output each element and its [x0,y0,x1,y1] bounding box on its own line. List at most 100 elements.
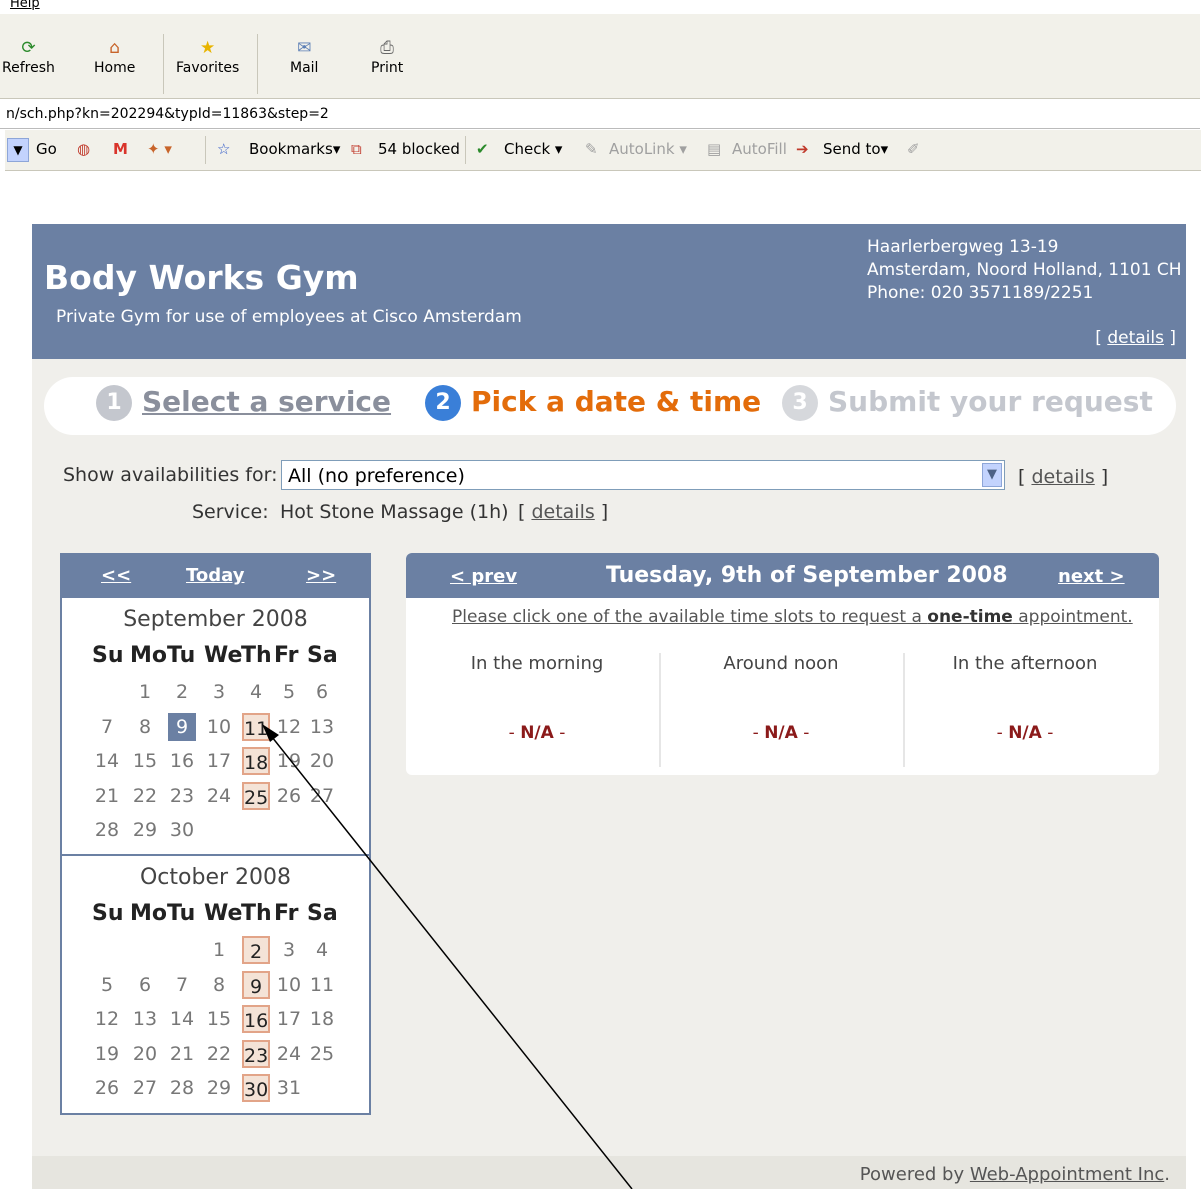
na-text: N/A [764,723,798,743]
na-dash: - [1041,723,1054,743]
refresh-label: Refresh [2,60,55,76]
na-dash: - [996,723,1009,743]
step-select-service[interactable]: 1 Select a service [96,385,391,421]
spellcheck-icon: ✔ [476,140,489,158]
home-button[interactable]: ⌂ Home [94,38,135,76]
noon-header: Around noon [723,653,839,674]
autofill-icon: ▤ [707,140,722,158]
refresh-button[interactable]: ⟳ Refresh [2,38,55,76]
calendar-day-available[interactable]: 2 [242,936,270,964]
calendar-day-available[interactable]: 30 [242,1074,270,1103]
toolbar-separator [257,34,258,94]
na-dash: - [752,723,765,743]
address-line-2: Amsterdam, Noord Holland, 1101 CH [867,260,1182,280]
column-separator [903,653,905,767]
availability-details-link[interactable]: details [1031,466,1094,488]
mail-button[interactable]: ✉ Mail [290,38,318,76]
web-appointment-link[interactable]: Web-Appointment Inc [970,1164,1164,1185]
calendar-day: 11 [309,973,335,996]
calendar-day-available[interactable]: 11 [242,712,270,741]
check-label: Check [504,140,551,158]
calendar-day: 6 [315,681,329,703]
google-toolbar: ▼ Go ◍ M ✦ ▾ ☆ Bookmarks▾ ⧉ 54 blocked ✔… [5,130,1201,171]
bookmarks-button[interactable]: Bookmarks▾ [249,140,340,158]
calendar-day-available[interactable]: 9 [242,970,270,999]
calendar-day: 31 [276,1077,302,1100]
calendar-day-available[interactable]: 16 [242,1005,270,1034]
header-details: [ details ] [1095,328,1176,348]
autofill-button[interactable]: AutoFill [732,140,787,158]
calendar-day: 17 [276,1008,302,1031]
weekday-header: Fr [274,901,299,926]
autolink-icon: ✎ [585,140,598,158]
calendar-day: 19 [94,1042,120,1065]
header-details-link[interactable]: details [1107,328,1164,348]
calendar-day-selected[interactable]: 9 [168,712,196,741]
na-dash: - [797,723,810,743]
availability-select[interactable]: All (no preference) ▼ [281,460,1005,490]
calendar-day: 14 [169,1008,195,1031]
calendar-day: 8 [212,973,226,996]
calendar-day: 5 [282,681,296,703]
bookmark-star-icon: ☆ [217,140,231,158]
na-dash: - [553,723,566,743]
calendar-day: 4 [315,939,329,961]
calendar-day: 3 [212,681,226,703]
step-pick-date-label: Pick a date & time [471,385,762,418]
search-dropdown-icon[interactable]: ▼ [7,138,29,162]
bracket: [ [1095,328,1108,348]
morning-header: In the morning [470,653,604,674]
calendar-day: 21 [169,1042,195,1065]
gmail-icon[interactable]: M [113,140,128,158]
menu-help[interactable]: Help [10,0,40,11]
puzzle-icon[interactable]: ✦ ▾ [147,140,172,158]
powered-by-dot: . [1164,1164,1170,1185]
url-text[interactable]: n/sch.php?kn=202294&typId=11863&step=2 [6,106,329,122]
weekday-header: Tu [167,901,196,926]
browser-toolbar: ⟳ Refresh ⌂ Home ★ Favorites ✉ Mail ⎙ Pr… [0,14,1200,99]
blocked-button[interactable]: 54 blocked [378,140,460,158]
calendar-day-available[interactable]: 25 [242,781,270,810]
address-bar[interactable]: n/sch.php?kn=202294&typId=11863&step=2 [0,100,1200,129]
print-button[interactable]: ⎙ Print [371,38,403,76]
na-text: N/A [1008,723,1042,743]
next-day-link[interactable]: next > [1058,566,1125,587]
chevron-down-icon[interactable]: ▼ [982,463,1002,487]
check-button[interactable]: Check ▾ [504,140,562,158]
step-number-1: 1 [96,385,132,421]
highlighter-icon[interactable]: ✐ [907,140,920,158]
weekday-header: Su [92,901,124,926]
phone: Phone: 020 3571189/2251 [867,283,1094,303]
mail-icon: ✉ [297,38,312,58]
autolink-button[interactable]: AutoLink ▾ [609,140,687,158]
service-details-link[interactable]: details [531,501,594,523]
prev-day-link[interactable]: < prev [450,566,517,587]
calendar-day: 4 [249,681,263,703]
calendar-day: 2 [175,681,189,703]
calendar-day: 3 [282,939,296,961]
calendar-day: 14 [94,750,120,773]
powered-by: Powered by Web-Appointment Inc. [860,1164,1170,1185]
calendar-day: 22 [132,784,158,807]
column-separator [659,653,661,767]
calendar-day-available[interactable]: 23 [242,1039,270,1068]
service-label: Service: [192,501,269,523]
calendar-grid: September 2008 Su Mo Tu We Th Fr Sa 1 2 3 4 5 6 7 8 9 10 1… [60,553,371,1115]
calendar-day: 1 [138,681,152,703]
calendar-day: 30 [169,819,195,842]
calendar-day: 15 [206,1008,232,1031]
steps-bar: 1 Select a service 2 Pick a date & time 3S… [44,377,1176,435]
calendar-day: 1 [212,939,226,961]
gym-subtitle: Private Gym for use of employees at Cisc… [56,307,522,327]
calendar-day: 27 [132,1077,158,1100]
send-to-button[interactable]: Send to▾ [823,140,888,158]
go-button[interactable]: Go [36,140,57,158]
globe-icon[interactable]: ◍ [77,140,90,158]
star-icon: ★ [200,38,216,58]
weekday-header: Th [241,901,272,926]
favorites-button[interactable]: ★ Favorites [176,38,239,76]
calendar-day-available[interactable]: 18 [242,747,270,776]
morning-na: - N/A - [417,723,657,743]
step-select-service-label: Select a service [142,385,392,418]
calendar-day: 24 [276,1042,302,1065]
